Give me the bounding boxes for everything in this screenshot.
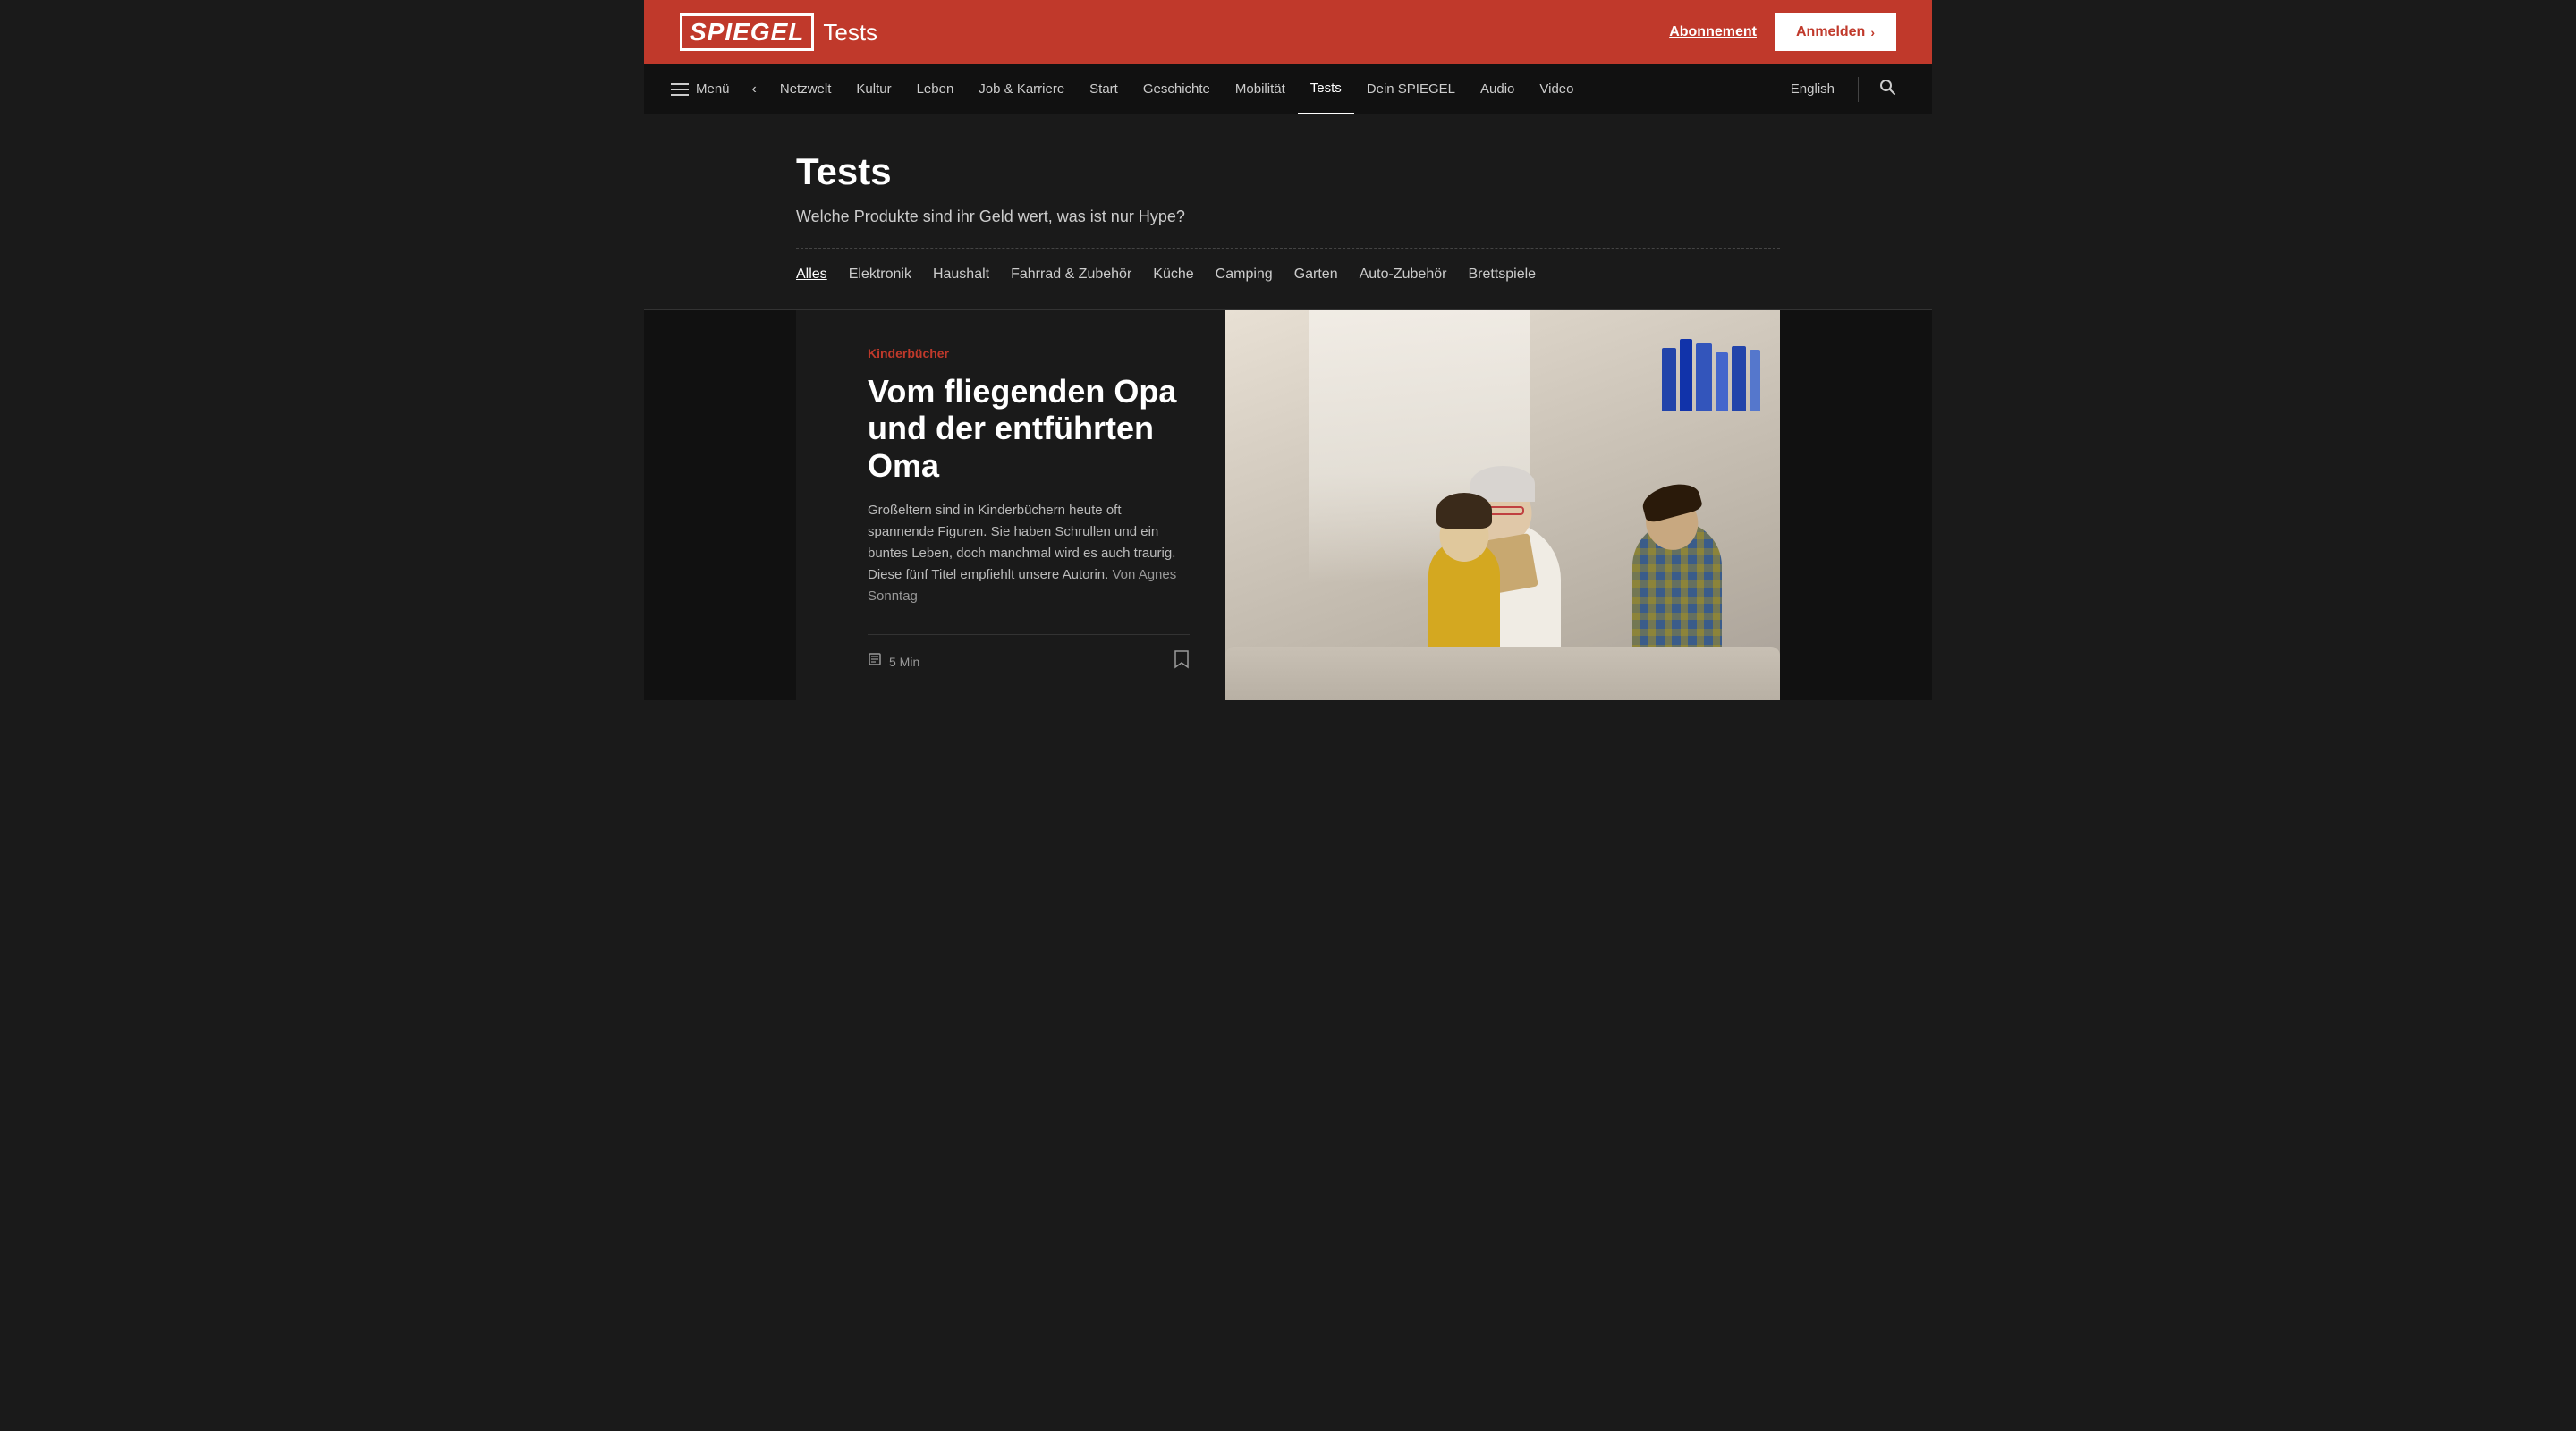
- nav-item-start[interactable]: Start: [1077, 64, 1131, 114]
- filter-alles[interactable]: Alles: [796, 267, 827, 283]
- nav-item-geschichte[interactable]: Geschichte: [1131, 64, 1223, 114]
- nav-bar: Menü ‹ Netzwelt Kultur Leben Job & Karri…: [644, 64, 1932, 114]
- anmelden-button[interactable]: Anmelden ›: [1775, 13, 1896, 51]
- top-bar-actions: Abonnement Anmelden ›: [1669, 13, 1896, 51]
- article-excerpt: Großeltern sind in Kinderbüchern heute o…: [868, 500, 1190, 607]
- article-category: Kinderbücher: [868, 346, 1190, 360]
- nav-item-job-karriere[interactable]: Job & Karriere: [966, 64, 1077, 114]
- nav-item-dein-spiegel[interactable]: Dein SPIEGEL: [1354, 64, 1468, 114]
- nav-item-mobilitaet[interactable]: Mobilität: [1223, 64, 1298, 114]
- filter-garten[interactable]: Garten: [1294, 267, 1338, 283]
- bookmark-icon[interactable]: [1174, 649, 1190, 673]
- article-image: [1225, 310, 1780, 700]
- nav-item-netzwelt[interactable]: Netzwelt: [767, 64, 844, 114]
- filter-tags: Alles Elektronik Haushalt Fahrrad & Zube…: [796, 267, 1780, 283]
- main-content: Kinderbücher Vom fliegenden Opa und der …: [644, 310, 1932, 700]
- article-card[interactable]: Kinderbücher Vom fliegenden Opa und der …: [796, 310, 1780, 700]
- nav-item-tests[interactable]: Tests: [1298, 64, 1354, 114]
- spiegel-logo: SPIEGEL: [680, 13, 814, 51]
- logo-area[interactable]: SPIEGEL Tests: [680, 13, 877, 51]
- top-bar: SPIEGEL Tests Abonnement Anmelden ›: [644, 0, 1932, 64]
- page-subtitle: Welche Produkte sind ihr Geld wert, was …: [796, 207, 1780, 226]
- filter-elektronik[interactable]: Elektronik: [849, 267, 911, 283]
- article-title: Vom fliegenden Opa und der entführten Om…: [868, 373, 1190, 484]
- filter-kueche[interactable]: Küche: [1153, 267, 1193, 283]
- article-time: 5 Min: [868, 652, 919, 671]
- reading-time-icon: [868, 652, 882, 671]
- filter-fahrrad[interactable]: Fahrrad & Zubehör: [1011, 267, 1131, 283]
- page-header: Tests Welche Produkte sind ihr Geld wert…: [644, 114, 1932, 310]
- hamburger-menu-icon[interactable]: [671, 83, 689, 96]
- page-title: Tests: [796, 150, 1780, 193]
- filter-brettspiele[interactable]: Brettspiele: [1468, 267, 1536, 283]
- nav-back-button[interactable]: ‹: [752, 81, 757, 97]
- anmelden-arrow: ›: [1870, 25, 1875, 39]
- nav-item-audio[interactable]: Audio: [1468, 64, 1527, 114]
- section-label: Tests: [823, 19, 877, 47]
- filter-camping[interactable]: Camping: [1216, 267, 1273, 283]
- filter-haushalt[interactable]: Haushalt: [933, 267, 989, 283]
- photo-simulation: [1225, 310, 1780, 700]
- reading-time-label: 5 Min: [889, 655, 919, 669]
- nav-item-leben[interactable]: Leben: [904, 64, 967, 114]
- filter-auto-zubehoer[interactable]: Auto-Zubehör: [1360, 267, 1447, 283]
- menu-label[interactable]: Menü: [696, 81, 730, 97]
- article-text-panel: Kinderbücher Vom fliegenden Opa und der …: [796, 310, 1225, 700]
- article-footer: 5 Min: [868, 634, 1190, 673]
- search-icon[interactable]: [1869, 78, 1905, 101]
- nav-item-english[interactable]: English: [1778, 81, 1847, 97]
- nav-divider-3: [1858, 77, 1859, 102]
- filter-divider: [796, 248, 1780, 249]
- nav-item-kultur[interactable]: Kultur: [843, 64, 903, 114]
- nav-items: Netzwelt Kultur Leben Job & Karriere Sta…: [767, 64, 1756, 114]
- abonnement-link[interactable]: Abonnement: [1669, 24, 1757, 40]
- nav-item-video[interactable]: Video: [1527, 64, 1586, 114]
